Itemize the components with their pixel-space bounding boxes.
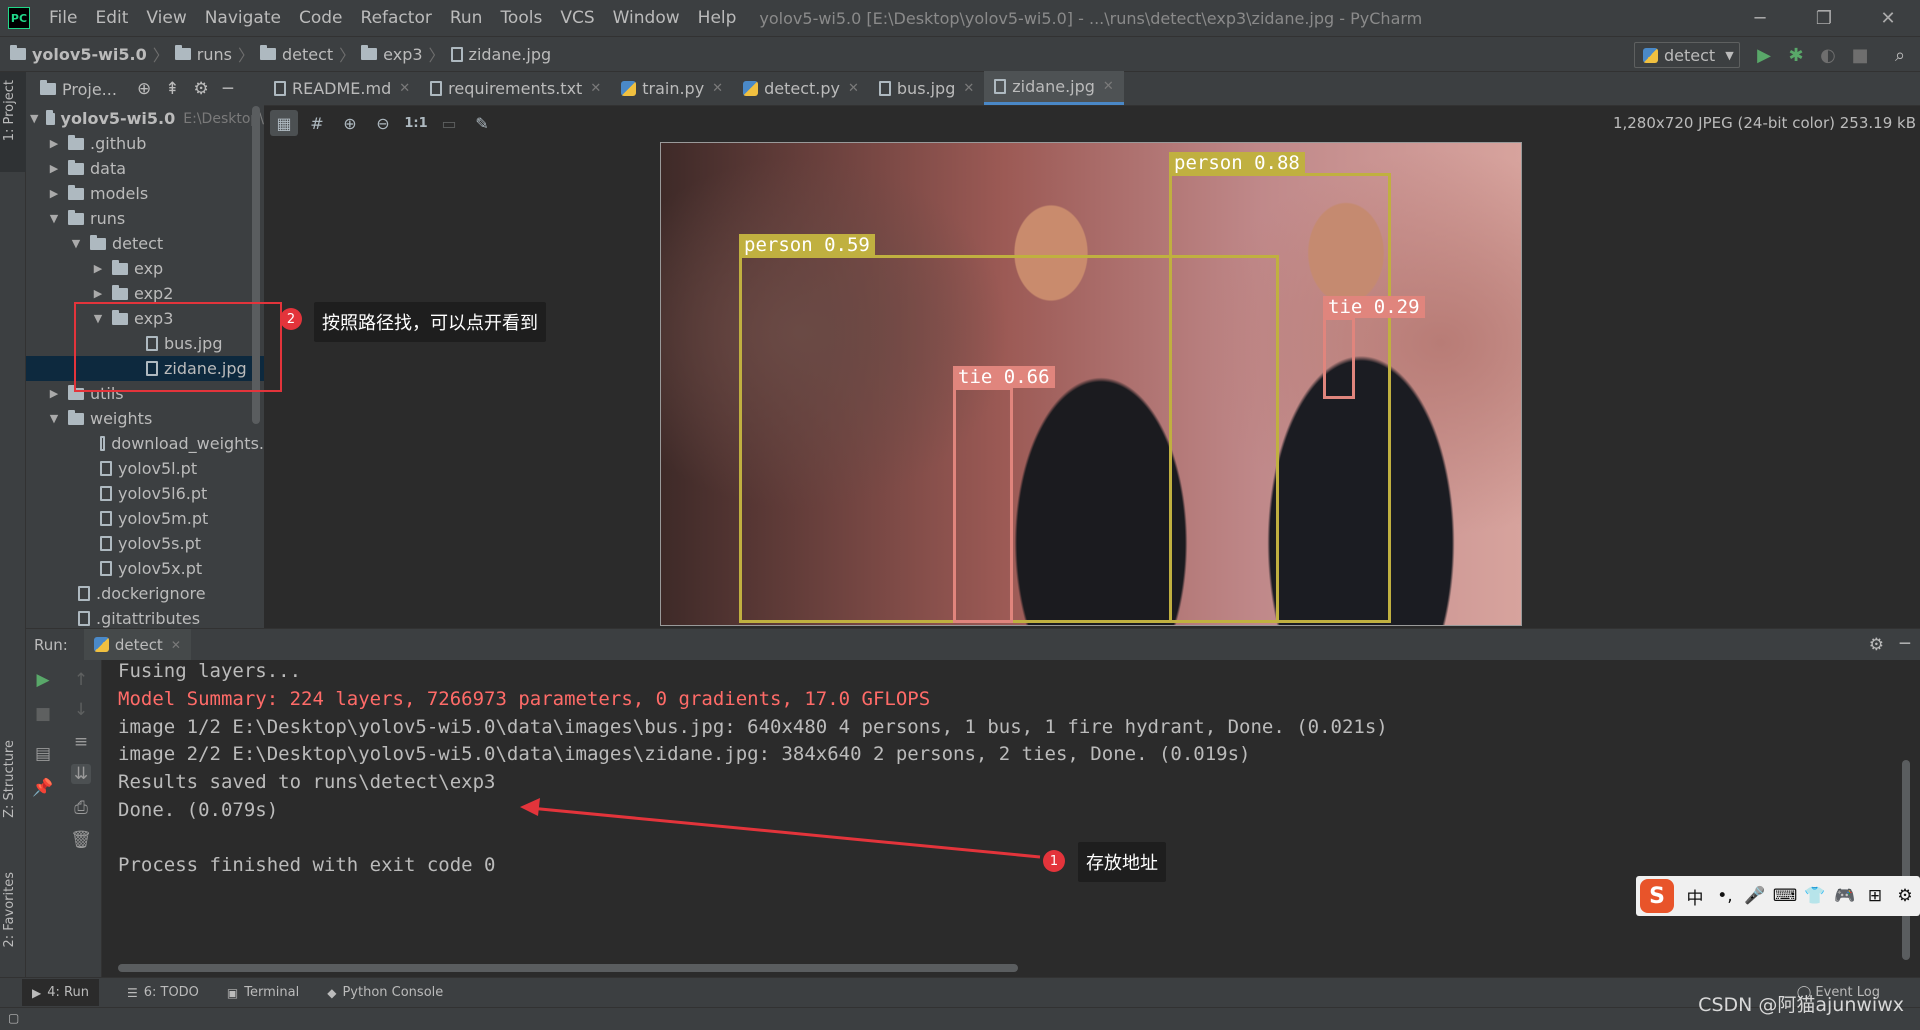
microphone-icon[interactable]: 🎤 (1740, 886, 1770, 906)
sogou-logo-icon: S (1640, 879, 1674, 913)
tab-run[interactable]: ▶ 4: Run (22, 979, 99, 1006)
ime-punctuation-icon[interactable]: •, (1710, 886, 1740, 906)
annotation-arrow (520, 798, 1041, 859)
watermark: CSDN @阿猫ajunwiwx (1698, 994, 1904, 1016)
ime-toolbar: S 中 •, 🎤 ⌨ 👕 🎮 ⊞ ⚙ (1636, 876, 1920, 916)
status-bar: ▢ (0, 1007, 1920, 1030)
tab-python-console[interactable]: ◆ Python Console (327, 985, 443, 1000)
tab-todo[interactable]: ☰ 6: TODO (127, 985, 199, 1000)
apps-icon[interactable]: ⊞ (1860, 886, 1890, 906)
list-icon: ☰ (126, 985, 138, 1000)
tool-window-bar: ▶ 4: Run ☰ 6: TODO ▣ Terminal ◆ Python Conso… (0, 977, 1920, 1007)
ime-chinese-mode[interactable]: 中 (1680, 884, 1710, 909)
keyboard-icon[interactable]: ⌨ (1770, 886, 1800, 906)
terminal-icon: ▣ (226, 985, 239, 1000)
annotation-badge: 1 (1043, 850, 1065, 872)
game-icon[interactable]: 🎮 (1830, 886, 1860, 906)
run-icon: ▶ (32, 985, 42, 1000)
settings-icon[interactable]: ⚙ (1890, 886, 1920, 906)
python-icon: ◆ (327, 985, 337, 1000)
annotation-note: 存放地址 (1078, 842, 1166, 882)
skin-icon[interactable]: 👕 (1800, 886, 1830, 906)
toggle-tool-windows-icon[interactable]: ▢ (8, 1011, 19, 1025)
tab-terminal[interactable]: ▣ Terminal (227, 985, 299, 1000)
